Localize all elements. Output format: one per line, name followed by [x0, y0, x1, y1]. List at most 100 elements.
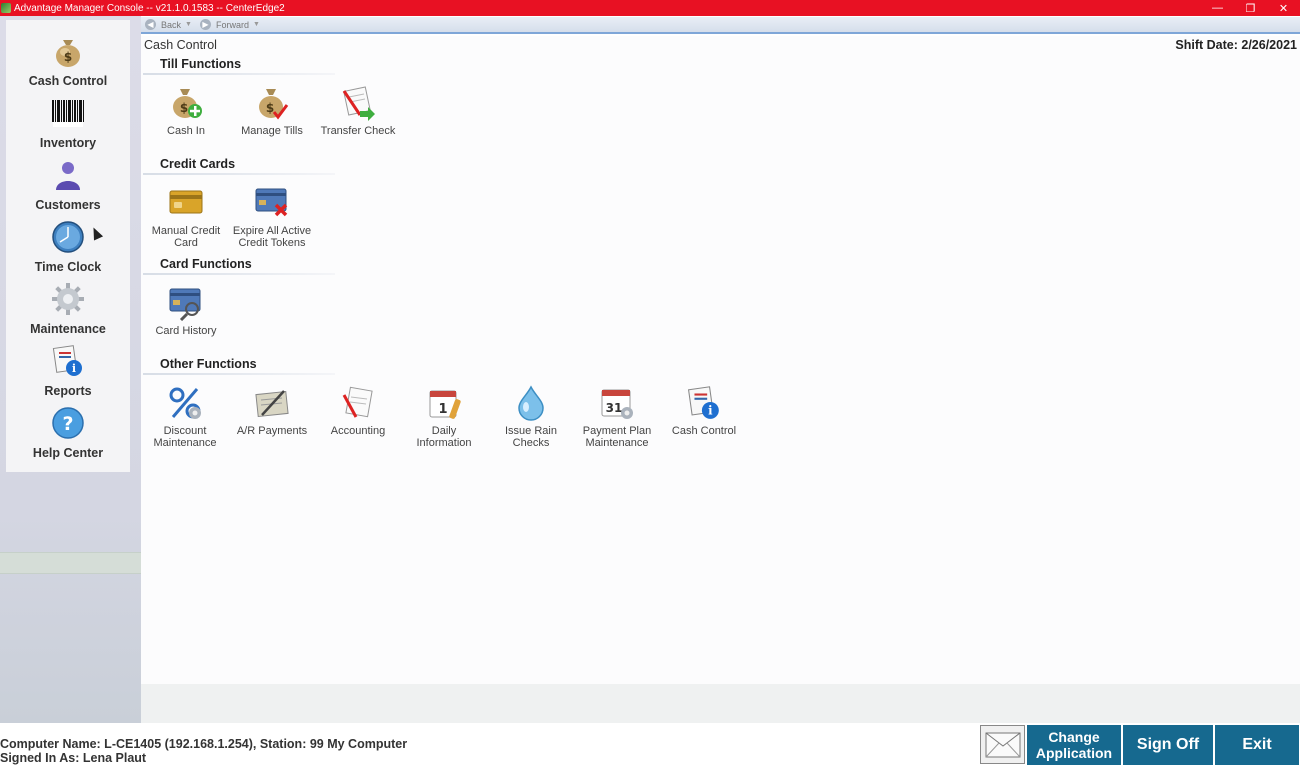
sidebar-item-label: Cash Control	[28, 74, 108, 88]
ar-payments-icon	[252, 383, 292, 423]
daily-information-button[interactable]: 1 Daily Information	[401, 383, 487, 449]
function-label: Manage Tills	[241, 125, 303, 137]
sidebar-item-customers[interactable]: Customers	[6, 152, 130, 214]
forward-button[interactable]: ▶ Forward ▼	[199, 19, 260, 30]
svg-text:?: ?	[62, 413, 73, 435]
sidebar-item-label: Help Center	[32, 446, 104, 460]
sidebar-item-maintenance[interactable]: Maintenance	[6, 276, 130, 338]
sidebar-item-time-clock[interactable]: Time Clock	[6, 214, 130, 276]
change-application-button[interactable]: Change Application	[1027, 725, 1121, 765]
sidebar-item-label: Customers	[35, 198, 101, 212]
app-icon	[1, 3, 11, 13]
card-history-icon	[166, 283, 206, 323]
raindrop-icon	[511, 383, 551, 423]
signed-in-user: Signed In As: Lena Plaut	[0, 751, 147, 765]
section-title-other-functions: Other Functions	[160, 357, 257, 371]
section-title-till-functions: Till Functions	[160, 57, 242, 71]
transfer-check-button[interactable]: Transfer Check	[315, 83, 401, 137]
back-label: Back	[161, 19, 182, 30]
svg-text:$: $	[180, 101, 188, 115]
sidebar-item-help-center[interactable]: ? Help Center	[6, 400, 130, 462]
restore-button[interactable]: ❐	[1234, 0, 1267, 16]
report-info-icon: i	[51, 344, 85, 378]
sign-off-button[interactable]: Sign Off	[1123, 725, 1213, 765]
back-arrow-icon: ◀	[145, 19, 156, 30]
function-label: Issue Rain Checks	[505, 425, 557, 449]
svg-text:$: $	[64, 50, 72, 64]
check-transfer-icon	[338, 83, 378, 123]
svg-text:i: i	[708, 404, 713, 418]
forward-arrow-icon: ▶	[199, 19, 211, 30]
function-label: Payment Plan Maintenance	[582, 425, 652, 449]
gold-card-icon	[166, 183, 206, 223]
function-label: A/R Payments	[236, 425, 308, 437]
payment-plan-maintenance-button[interactable]: 31 Payment Plan Maintenance	[574, 383, 660, 449]
main-content: Cash Control Shift Date: 2/26/2021 Till …	[141, 36, 1300, 684]
back-dropdown-icon[interactable]: ▼	[185, 21, 192, 28]
person-icon	[51, 158, 85, 192]
card-delete-icon	[252, 183, 292, 223]
page-title: Cash Control	[144, 38, 217, 52]
function-label: Discount Maintenance	[153, 425, 217, 449]
sidebar-item-inventory[interactable]: Inventory	[6, 90, 130, 152]
help-icon: ?	[51, 406, 85, 440]
close-button[interactable]: ✕	[1267, 0, 1300, 16]
money-bag-check-icon: $	[252, 83, 292, 123]
svg-text:i: i	[72, 362, 76, 375]
back-button[interactable]: ◀ Back ▼	[145, 19, 192, 30]
report-info-icon: i	[684, 383, 724, 423]
manage-tills-button[interactable]: $ Manage Tills	[229, 83, 315, 137]
sidebar-item-label: Reports	[44, 384, 92, 398]
function-label: Cash In	[167, 125, 205, 137]
svg-text:1: 1	[438, 402, 447, 417]
function-label: Manual Credit Card	[151, 225, 221, 249]
sidebar-divider	[0, 552, 141, 574]
navigation-bar: ◀ Back ▼ ▶ Forward ▼	[141, 17, 1300, 34]
title-bar: Advantage Manager Console -- v21.1.0.158…	[0, 0, 1300, 16]
function-label: Daily Information	[416, 425, 472, 449]
function-label: Card History	[155, 325, 217, 337]
section-divider	[143, 273, 335, 275]
sidebar: $ Cash Control Inventory Customers Time …	[6, 20, 130, 472]
mail-icon	[985, 732, 1020, 757]
clock-icon	[51, 220, 85, 254]
svg-text:31: 31	[606, 401, 623, 415]
discount-maintenance-button[interactable]: Discount Maintenance	[142, 383, 228, 449]
issue-rain-checks-button[interactable]: Issue Rain Checks	[488, 383, 574, 449]
money-bag-plus-icon: $	[166, 83, 206, 123]
percent-icon	[165, 383, 205, 423]
forward-dropdown-icon[interactable]: ▼	[253, 21, 260, 28]
status-info: Computer Name: L-CE1405 (192.168.1.254),…	[0, 737, 407, 765]
function-label: Accounting	[330, 425, 386, 437]
exit-button[interactable]: Exit	[1215, 725, 1299, 765]
accounting-icon	[338, 383, 378, 423]
section-title-card-functions: Card Functions	[160, 257, 252, 271]
shift-date: Shift Date: 2/26/2021	[1175, 38, 1297, 52]
minimize-button[interactable]: —	[1201, 0, 1234, 16]
expire-credit-tokens-button[interactable]: Expire All Active Credit Tokens	[229, 183, 315, 249]
money-bag-icon: $	[51, 34, 85, 68]
ar-payments-button[interactable]: A/R Payments	[229, 383, 315, 437]
status-bar: Computer Name: L-CE1405 (192.168.1.254),…	[0, 723, 1300, 766]
sidebar-item-label: Inventory	[39, 136, 97, 150]
sidebar-item-label: Time Clock	[34, 260, 102, 274]
function-label: Expire All Active Credit Tokens	[232, 225, 312, 249]
forward-label: Forward	[215, 19, 249, 30]
window-title: Advantage Manager Console -- v21.1.0.158…	[14, 2, 285, 14]
messages-button[interactable]	[980, 725, 1025, 764]
calendar-gear-icon: 31	[597, 383, 637, 423]
function-label: Transfer Check	[320, 125, 396, 137]
section-divider	[143, 373, 335, 375]
section-title-credit-cards: Credit Cards	[160, 157, 236, 171]
cash-control-report-button[interactable]: i Cash Control	[661, 383, 747, 437]
cash-in-button[interactable]: $ Cash In	[143, 83, 229, 137]
section-divider	[143, 173, 335, 175]
computer-name: Computer Name: L-CE1405 (192.168.1.254),…	[0, 737, 408, 751]
section-divider	[143, 73, 335, 75]
manual-credit-card-button[interactable]: Manual Credit Card	[143, 183, 229, 249]
accounting-button[interactable]: Accounting	[315, 383, 401, 437]
sidebar-item-cash-control[interactable]: $ Cash Control	[6, 28, 130, 90]
sidebar-item-reports[interactable]: i Reports	[6, 338, 130, 400]
calendar-icon: 1	[424, 383, 464, 423]
card-history-button[interactable]: Card History	[143, 283, 229, 337]
